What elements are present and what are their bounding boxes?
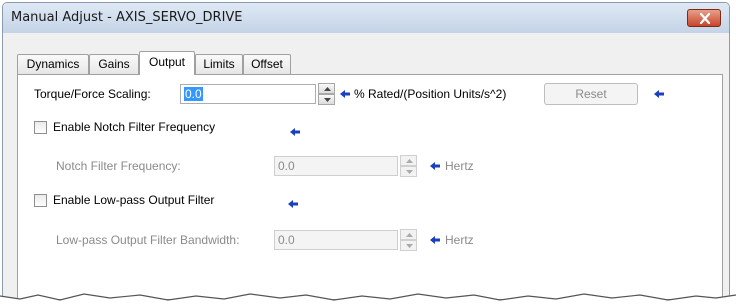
notch-frequency-input[interactable]: 0.0	[274, 156, 398, 176]
window-title: Manual Adjust - AXIS_SERVO_DRIVE	[11, 10, 243, 25]
tab-output[interactable]: Output	[139, 51, 195, 75]
spin-up-icon	[406, 233, 413, 237]
pointer-arrow-icon	[430, 236, 440, 244]
torque-scaling-label: Torque/Force Scaling:	[34, 87, 151, 101]
tab-offset[interactable]: Offset	[243, 54, 291, 74]
torque-scaling-input[interactable]: 0.0	[180, 84, 316, 104]
close-button[interactable]	[687, 9, 721, 27]
tab-limits[interactable]: Limits	[195, 54, 243, 74]
tab-gains[interactable]: Gains	[89, 54, 139, 74]
pointer-arrow-icon	[340, 90, 350, 98]
tab-dynamics[interactable]: Dynamics	[17, 54, 89, 74]
torque-scaling-value: 0.0	[184, 87, 203, 101]
spin-up-button[interactable]	[400, 155, 417, 166]
torque-scaling-spinner[interactable]	[318, 83, 335, 105]
spin-up-icon	[324, 87, 331, 91]
dialog-client: Dynamics Gains Output Limits Offset Torq…	[7, 34, 725, 299]
enable-notch-filter-label: Enable Notch Filter Frequency	[53, 120, 216, 134]
spin-down-button[interactable]	[400, 240, 417, 251]
title-bar[interactable]: Manual Adjust - AXIS_SERVO_DRIVE	[3, 3, 729, 33]
spin-up-button[interactable]	[400, 229, 417, 240]
spin-up-button[interactable]	[318, 83, 335, 94]
dialog-window: Manual Adjust - AXIS_SERVO_DRIVE Dynamic…	[2, 2, 730, 300]
lowpass-bandwidth-input[interactable]: 0.0	[274, 230, 398, 250]
notch-units-label: Hertz	[445, 159, 474, 173]
notch-frequency-label: Notch Filter Frequency:	[56, 159, 181, 173]
lowpass-bandwidth-spinner[interactable]	[400, 229, 417, 251]
spin-down-button[interactable]	[400, 166, 417, 177]
close-icon	[699, 13, 711, 24]
lowpass-units-label: Hertz	[445, 233, 474, 247]
enable-notch-filter-checkbox[interactable]	[34, 121, 47, 134]
notch-frequency-spinner[interactable]	[400, 155, 417, 177]
spin-down-button[interactable]	[318, 94, 335, 105]
enable-lowpass-filter-checkbox[interactable]	[34, 194, 47, 207]
lowpass-bandwidth-label: Low-pass Output Filter Bandwidth:	[56, 233, 240, 247]
pointer-arrow-icon	[290, 128, 300, 136]
spin-down-icon	[324, 98, 331, 102]
pointer-arrow-icon	[288, 200, 298, 208]
torque-units-label: % Rated/(Position Units/s^2)	[354, 87, 507, 101]
spin-down-icon	[406, 244, 413, 248]
reset-button[interactable]: Reset	[544, 83, 638, 105]
spin-down-icon	[406, 170, 413, 174]
spin-up-icon	[406, 159, 413, 163]
enable-lowpass-filter-label: Enable Low-pass Output Filter	[53, 193, 215, 207]
output-tab-panel: Torque/Force Scaling: 0.0 % Rated/(Posit…	[17, 74, 723, 299]
pointer-arrow-icon	[430, 162, 440, 170]
torn-edge-effect	[0, 293, 736, 304]
pointer-arrow-icon	[654, 90, 664, 98]
